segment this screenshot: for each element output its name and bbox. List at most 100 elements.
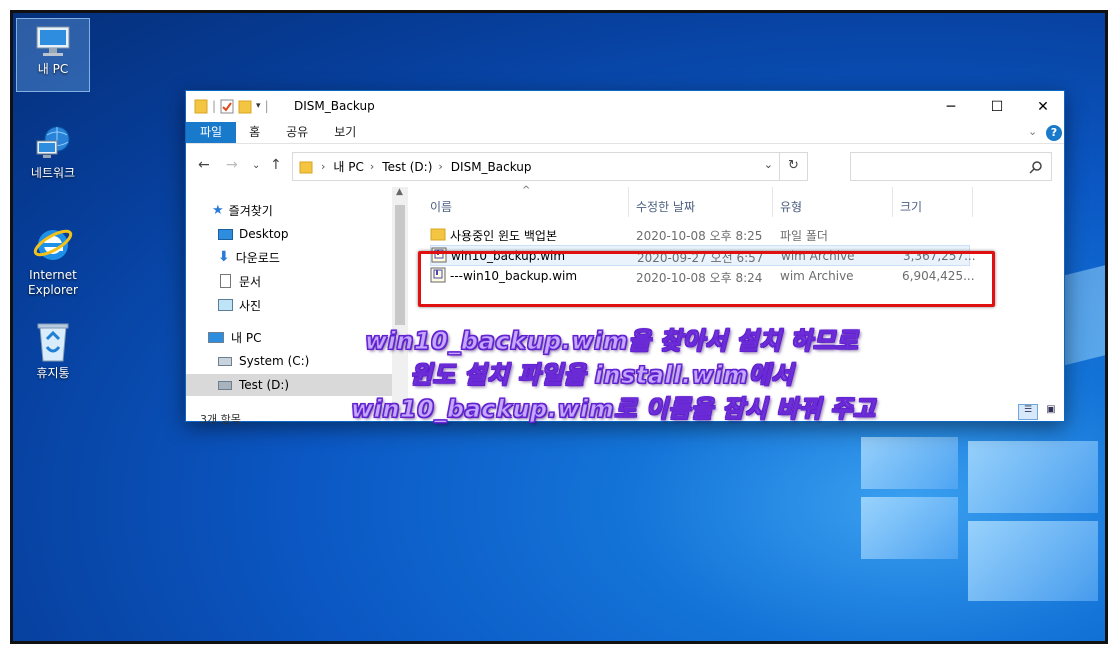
desktop-icon-this-pc[interactable]: 내 PC <box>16 18 90 92</box>
title-bar: | ▾ | DISM_Backup ─ ☐ ✕ <box>186 91 1064 122</box>
annotation-line-3: win10_backup.wim로 이름을 잠시 바꿔 주고 <box>350 395 876 424</box>
annotation-line-1: win10_backup.wim을 찾아서 설치 하므로 <box>364 327 859 356</box>
nav-label: System (C:) <box>239 354 310 368</box>
window-title: DISM_Backup <box>294 99 375 113</box>
customize-toolbar-icon[interactable]: ▾ <box>256 101 261 111</box>
column-divider[interactable] <box>772 187 773 217</box>
back-icon[interactable]: ← <box>198 157 210 173</box>
search-icon <box>1029 161 1042 174</box>
column-header-name[interactable]: 이름 <box>430 198 452 215</box>
recycle-bin-icon <box>37 323 69 362</box>
new-folder-icon[interactable] <box>238 98 252 114</box>
tab-view[interactable]: 보기 <box>321 122 369 143</box>
nav-item-documents[interactable]: 문서 📌 <box>218 270 408 292</box>
nav-label: 사진 <box>239 298 262 313</box>
large-icons-view-icon[interactable]: ▣ <box>1042 404 1060 420</box>
forward-icon[interactable]: → <box>226 157 238 173</box>
expand-ribbon-icon[interactable]: ⌄ <box>1028 125 1037 138</box>
wallpaper-pane <box>861 437 958 489</box>
computer-icon <box>208 331 224 343</box>
properties-icon[interactable] <box>220 98 234 114</box>
nav-quick-access[interactable]: ★ 즐겨찾기 <box>212 199 273 221</box>
file-row[interactable]: 사용중인 윈도 백업본 2020-10-08 오후 8:25 파일 폴더 <box>430 224 970 245</box>
desktop-icon-internet-explorer[interactable]: Internet Explorer <box>16 215 90 298</box>
breadcrumb-drive[interactable]: Test (D:) <box>382 160 432 174</box>
desktop-icon <box>218 228 233 240</box>
chevron-right-icon: › <box>438 160 443 173</box>
quick-access-toolbar: | ▾ | <box>194 98 269 114</box>
scroll-up-icon[interactable]: ▲ <box>396 187 403 197</box>
nav-item-desktop[interactable]: Desktop 📌 <box>218 223 408 245</box>
nav-item-pictures[interactable]: 사진 📌 <box>218 294 408 316</box>
nav-item-downloads[interactable]: ⬇ 다운로드 📌 <box>218 246 408 268</box>
scrollbar-thumb[interactable] <box>395 205 405 325</box>
ribbon-tabs: 파일 홈 공유 보기 ⌄ ? <box>186 122 1064 144</box>
folder-icon <box>194 99 208 114</box>
breadcrumb-folder[interactable]: DISM_Backup <box>451 160 532 174</box>
details-view-icon[interactable]: ☰ <box>1018 404 1038 420</box>
nav-label: 내 PC <box>231 330 262 345</box>
nav-this-pc[interactable]: 내 PC <box>208 326 261 348</box>
folder-icon <box>430 227 446 244</box>
star-icon: ★ <box>212 202 224 218</box>
file-name: 사용중인 윈도 백업본 <box>450 229 557 243</box>
desktop-icon-network[interactable]: 네트워크 <box>16 119 90 181</box>
desktop-icon-label: Internet Explorer <box>28 268 78 297</box>
up-icon[interactable]: ↑ <box>270 157 282 173</box>
chevron-right-icon: › <box>321 160 326 173</box>
column-divider[interactable] <box>628 187 629 217</box>
address-row: ← → ⌄ ↑ › 내 PC › Test (D:) › DISM_Backup… <box>186 144 1064 186</box>
file-type: 파일 폴더 <box>780 229 828 243</box>
picture-icon <box>218 299 233 311</box>
column-header-type[interactable]: 유형 <box>780 198 802 215</box>
tab-file[interactable]: 파일 <box>186 122 237 143</box>
refresh-icon[interactable]: ↻ <box>779 153 807 180</box>
chevron-right-icon: › <box>369 160 375 173</box>
tab-share[interactable]: 공유 <box>273 122 321 143</box>
recent-locations-icon[interactable]: ⌄ <box>252 160 260 171</box>
file-date: 2020-10-08 오후 8:25 <box>636 229 763 243</box>
highlight-box <box>418 251 995 307</box>
sort-ascending-icon: ^ <box>522 185 531 196</box>
close-button[interactable]: ✕ <box>1020 91 1066 122</box>
nav-label: 즐겨찾기 <box>228 203 273 218</box>
download-icon: ⬇ <box>218 249 230 265</box>
desktop-icon-label: 네트워크 <box>30 166 76 180</box>
column-divider[interactable] <box>892 187 893 217</box>
search-input[interactable] <box>855 158 1015 174</box>
wallpaper-pane <box>968 441 1098 513</box>
desktop: 내 PC 네트워크 Internet Explorer 휴지통 | ▾ | DI… <box>10 10 1108 644</box>
address-bar[interactable]: › 내 PC › Test (D:) › DISM_Backup ⌄ ↻ <box>292 152 808 181</box>
item-count: 3개 항목 <box>200 413 241 426</box>
desktop-icon-recycle-bin[interactable]: 휴지통 <box>16 313 90 381</box>
navigation-scrollbar[interactable]: ▲ <box>392 187 408 410</box>
computer-icon <box>36 26 70 56</box>
drive-icon <box>218 380 232 390</box>
help-icon[interactable]: ? <box>1046 125 1062 141</box>
navigation-pane: ★ 즐겨찾기 Desktop 📌 ⬇ 다운로드 📌 문서 📌 사진 <box>186 187 408 410</box>
address-dropdown-icon[interactable]: ⌄ <box>764 158 773 171</box>
column-divider[interactable] <box>972 187 973 217</box>
annotation-line-2: 윈도 설치 파일을 install.wim에서 <box>410 361 794 390</box>
drive-icon <box>218 356 232 366</box>
wallpaper-pane <box>968 521 1098 601</box>
column-header-size[interactable]: 크기 <box>900 198 922 215</box>
breadcrumb-this-pc[interactable]: 내 PC <box>333 158 363 175</box>
minimize-button[interactable]: ─ <box>928 91 974 122</box>
wallpaper-pane <box>861 497 958 559</box>
tab-home[interactable]: 홈 <box>236 122 273 143</box>
search-box[interactable] <box>850 152 1052 181</box>
nav-label: Desktop <box>239 227 289 241</box>
column-header-date[interactable]: 수정한 날짜 <box>636 198 695 215</box>
nav-label: 문서 <box>239 274 262 289</box>
maximize-button[interactable]: ☐ <box>974 91 1020 122</box>
desktop-icon-label: 내 PC <box>37 62 69 76</box>
nav-drive-c[interactable]: System (C:) <box>218 350 309 372</box>
toolbar-separator: | <box>264 99 269 113</box>
network-icon <box>36 126 70 158</box>
nav-label: Test (D:) <box>239 378 290 392</box>
nav-label: 다운로드 <box>235 250 280 265</box>
folder-icon <box>299 161 313 173</box>
desktop-icon-label: 휴지통 <box>36 366 70 380</box>
ie-icon <box>33 229 73 260</box>
